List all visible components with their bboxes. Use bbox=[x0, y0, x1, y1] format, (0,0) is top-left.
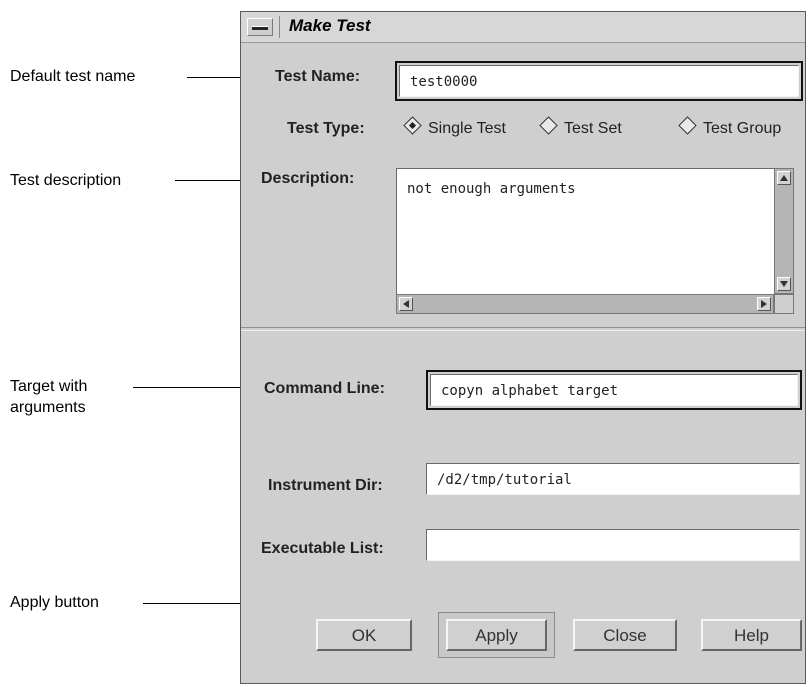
test-name-field[interactable]: test0000 bbox=[395, 61, 803, 101]
description-label: Description: bbox=[261, 170, 355, 187]
description-vertical-scrollbar[interactable] bbox=[774, 168, 794, 294]
radio-unselected-icon bbox=[539, 116, 558, 135]
window-menu-button[interactable] bbox=[247, 18, 273, 36]
command-line-label: Command Line: bbox=[264, 380, 385, 397]
title-bar[interactable]: Make Test bbox=[241, 12, 805, 43]
instrument-dir-field[interactable]: /d2/tmp/tutorial bbox=[426, 463, 800, 495]
title-separator bbox=[279, 16, 280, 38]
radio-test-group[interactable]: Test Group bbox=[678, 116, 781, 138]
instrument-dir-label: Instrument Dir: bbox=[268, 477, 383, 494]
window-menu-icon bbox=[252, 26, 268, 30]
radio-selected-icon bbox=[403, 116, 422, 135]
test-name-value: test0000 bbox=[410, 74, 478, 90]
section-divider bbox=[241, 327, 805, 331]
callout-test-description: Test description bbox=[10, 172, 122, 189]
radio-single-test[interactable]: Single Test bbox=[403, 116, 506, 138]
description-textarea[interactable]: not enough arguments bbox=[396, 168, 774, 294]
instrument-dir-value: /d2/tmp/tutorial bbox=[437, 472, 572, 488]
callout-target-line1: Target with bbox=[10, 378, 88, 395]
make-test-dialog: Make Test Test Name: test0000 Test Type:… bbox=[240, 11, 806, 684]
help-button[interactable]: Help bbox=[701, 619, 802, 651]
test-type-label: Test Type: bbox=[287, 120, 365, 137]
apply-button[interactable]: Apply bbox=[446, 619, 547, 651]
description-value: not enough arguments bbox=[407, 181, 576, 197]
window-title: Make Test bbox=[289, 16, 371, 35]
scroll-up-arrow-icon[interactable] bbox=[777, 171, 791, 185]
command-line-field[interactable]: copyn alphabet target bbox=[426, 370, 802, 410]
scroll-left-arrow-icon[interactable] bbox=[399, 297, 413, 311]
callout-default-test-name: Default test name bbox=[10, 68, 136, 85]
close-button[interactable]: Close bbox=[573, 619, 677, 651]
command-line-value: copyn alphabet target bbox=[441, 383, 619, 399]
ok-button[interactable]: OK bbox=[316, 619, 412, 651]
scroll-right-arrow-icon[interactable] bbox=[757, 297, 771, 311]
callout-apply-button: Apply button bbox=[10, 594, 99, 611]
test-name-label: Test Name: bbox=[275, 68, 361, 85]
executable-list-label: Executable List: bbox=[261, 540, 384, 557]
scrollbar-corner bbox=[774, 294, 794, 314]
executable-list-field[interactable] bbox=[426, 529, 800, 561]
radio-unselected-icon bbox=[678, 116, 697, 135]
callout-target-line2: arguments bbox=[10, 399, 86, 416]
radio-test-set[interactable]: Test Set bbox=[539, 116, 622, 138]
scroll-down-arrow-icon[interactable] bbox=[777, 277, 791, 291]
description-horizontal-scrollbar[interactable] bbox=[396, 294, 774, 314]
